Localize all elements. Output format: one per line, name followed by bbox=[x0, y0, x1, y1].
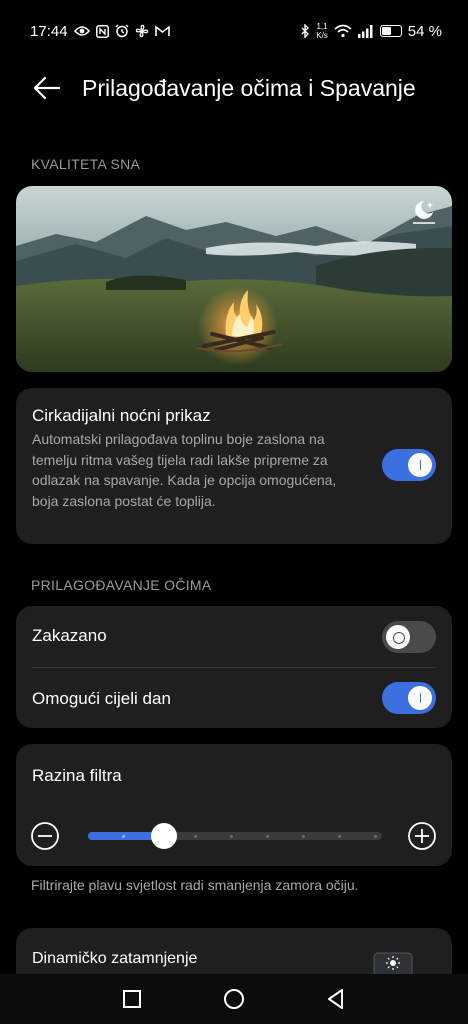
app-bar: Prilagođavanje očima i Spavanje bbox=[0, 62, 468, 114]
wifi-icon bbox=[334, 24, 352, 38]
toggle-knob bbox=[408, 453, 432, 477]
scheduled-row[interactable]: Zakazano bbox=[16, 606, 452, 667]
all-day-row[interactable]: Omogući cijeli dan bbox=[16, 667, 452, 728]
back-arrow-icon[interactable] bbox=[32, 73, 62, 103]
filter-helper-text: Filtrirajte plavu svjetlost radi smanjen… bbox=[31, 877, 359, 893]
slider-tick bbox=[122, 834, 125, 838]
fan-icon bbox=[135, 24, 148, 38]
signal-icon bbox=[357, 24, 373, 38]
circadian-toggle[interactable] bbox=[382, 449, 436, 481]
section-label-sleep: KVALITETA SNA bbox=[31, 156, 141, 172]
all-day-toggle[interactable] bbox=[382, 682, 436, 714]
section-label-eye: PRILAGOĐAVANJE OČIMA bbox=[31, 577, 212, 593]
navigation-bar bbox=[0, 974, 468, 1024]
all-day-label: Omogući cijeli dan bbox=[32, 689, 171, 708]
decrease-filter-button[interactable] bbox=[30, 821, 60, 851]
eye-icon bbox=[73, 26, 90, 36]
status-right: 1,1 K/s 54 % bbox=[300, 22, 442, 40]
circadian-title: Cirkadijalni noćni prikaz bbox=[32, 406, 211, 425]
filter-slider[interactable] bbox=[88, 823, 382, 849]
circadian-card: Cirkadijalni noćni prikaz Automatski pri… bbox=[16, 388, 452, 544]
increase-filter-button[interactable] bbox=[407, 821, 437, 851]
filter-level-title: Razina filtra bbox=[32, 766, 122, 785]
status-left: 17:44 bbox=[30, 23, 170, 40]
network-speed: 1,1 K/s bbox=[316, 22, 328, 40]
speed-unit: K/s bbox=[316, 31, 328, 40]
campfire-landscape-image bbox=[16, 186, 452, 372]
slider-tick bbox=[302, 834, 305, 838]
scheduled-toggle[interactable] bbox=[382, 621, 436, 653]
circadian-description: Automatski prilagođava toplinu boje zasl… bbox=[32, 431, 337, 509]
status-bar: 17:44 1,1 K/s 54 % bbox=[0, 0, 468, 62]
recent-apps-button[interactable] bbox=[120, 987, 144, 1011]
bluetooth-icon bbox=[301, 24, 310, 38]
nfc-icon bbox=[95, 24, 109, 38]
battery-fill bbox=[381, 27, 391, 35]
slider-tick bbox=[230, 834, 233, 838]
toggle-knob bbox=[408, 686, 432, 710]
scheduled-label: Zakazano bbox=[32, 626, 107, 645]
home-button[interactable] bbox=[222, 987, 246, 1011]
moon-sleep-icon bbox=[413, 201, 435, 224]
sleep-illustration bbox=[16, 186, 452, 372]
gmail-icon bbox=[154, 25, 170, 36]
slider-tick bbox=[338, 834, 341, 838]
speed-value: 1,1 bbox=[316, 22, 328, 31]
toggle-knob bbox=[386, 625, 410, 649]
status-time: 17:44 bbox=[30, 22, 68, 40]
back-button[interactable] bbox=[324, 987, 348, 1011]
slider-tick bbox=[374, 834, 377, 838]
slider-tick bbox=[194, 834, 197, 838]
slider-thumb[interactable] bbox=[151, 823, 178, 849]
battery-icon bbox=[379, 25, 402, 37]
battery-percentage: 54 % bbox=[407, 22, 442, 40]
eye-settings-card: Zakazano Omogući cijeli dan bbox=[16, 606, 452, 728]
page-title: Prilagođavanje očima i Spavanje bbox=[82, 74, 416, 101]
dynamic-dimming-title: Dinamičko zatamnjenje bbox=[32, 950, 198, 967]
filter-level-card: Razina filtra bbox=[16, 744, 452, 866]
slider-tick bbox=[266, 834, 269, 838]
alarm-icon bbox=[115, 24, 129, 38]
